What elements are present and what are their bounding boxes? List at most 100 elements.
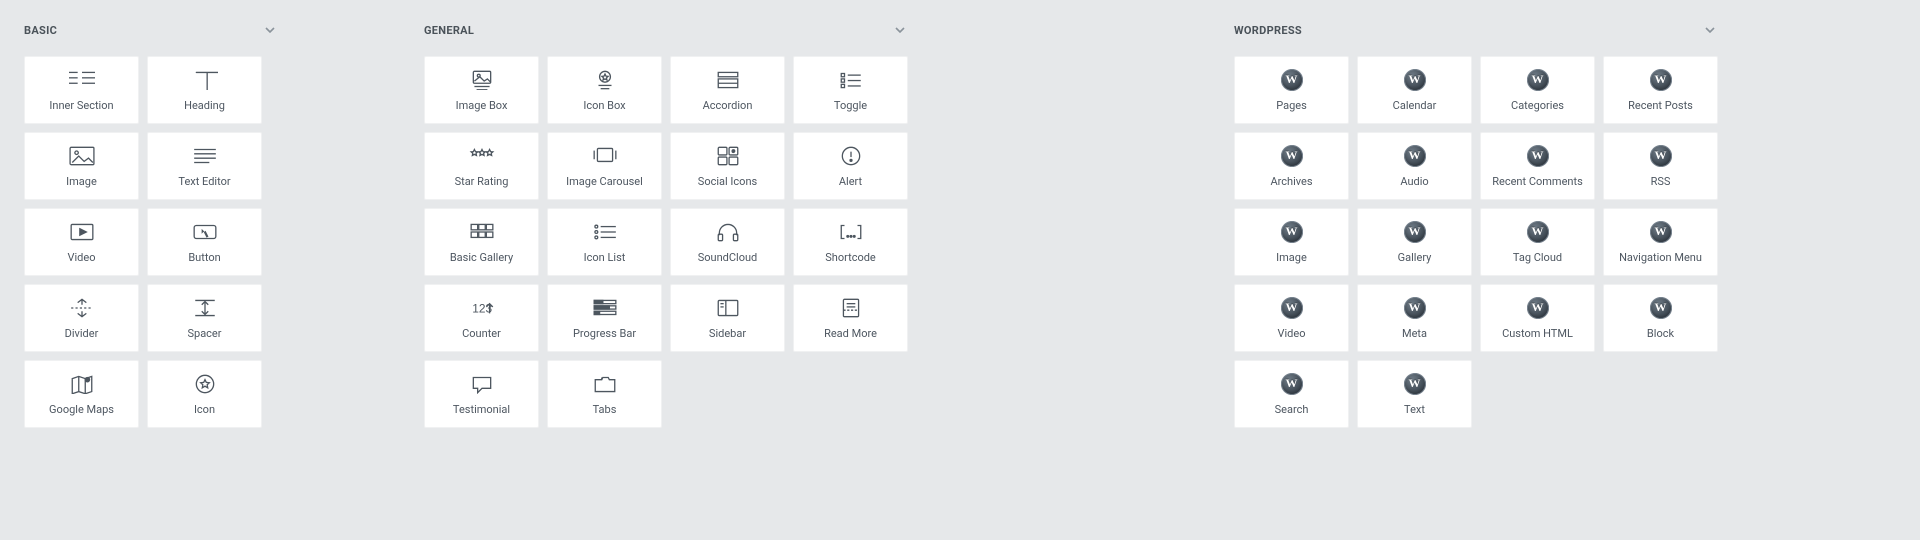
wordpress-logo-icon xyxy=(1401,146,1429,166)
widget-wp-search[interactable]: Search xyxy=(1234,360,1349,428)
wordpress-logo-icon xyxy=(1647,222,1675,242)
widget-grid-wordpress: Pages Calendar CategoriesRecent Posts Archi… xyxy=(1234,56,1724,428)
widget-testimonial[interactable]: Testimonial xyxy=(424,360,539,428)
widget-icon-list[interactable]: Icon List xyxy=(547,208,662,276)
panel-wordpress: WORDPRESS PagesCalendarCategoriesRecent … xyxy=(1234,18,1724,428)
widget-google-maps[interactable]: Google Maps xyxy=(24,360,139,428)
widget-wp-custom-html[interactable]: Custom HTML xyxy=(1480,284,1595,352)
widget-wp-video[interactable]: Video xyxy=(1234,284,1349,352)
icon-list-icon xyxy=(591,222,619,242)
widget-wp-archives[interactable]: Archives xyxy=(1234,132,1349,200)
widget-icon-box[interactable]: Icon Box xyxy=(547,56,662,124)
star-circle-icon xyxy=(191,374,219,394)
widget-spacer[interactable]: Spacer xyxy=(147,284,262,352)
widget-label: Button xyxy=(188,252,220,263)
carousel-icon xyxy=(591,146,619,166)
text-editor-icon xyxy=(191,146,219,166)
wordpress-logo-icon xyxy=(1401,374,1429,394)
widget-label: Image xyxy=(66,176,97,187)
widget-icon[interactable]: Icon xyxy=(147,360,262,428)
widget-grid-general: Image Box Icon Box Accordion Toggle Star Rat… xyxy=(424,56,914,428)
maps-icon xyxy=(68,374,96,394)
widget-label: Spacer xyxy=(187,328,221,339)
widget-label: Calendar xyxy=(1393,100,1437,111)
widget-wp-pages[interactable]: Pages xyxy=(1234,56,1349,124)
widget-progress-bar[interactable]: Progress Bar xyxy=(547,284,662,352)
widget-wp-text[interactable]: Text xyxy=(1357,360,1472,428)
gallery-icon xyxy=(468,222,496,242)
wordpress-logo-icon xyxy=(1524,298,1552,318)
widget-label: Icon Box xyxy=(583,100,625,111)
wordpress-logo-icon xyxy=(1647,146,1675,166)
widget-sidebar[interactable]: Sidebar xyxy=(670,284,785,352)
widget-read-more[interactable]: Read More xyxy=(793,284,908,352)
accordion-icon xyxy=(714,70,742,90)
widget-tabs[interactable]: Tabs xyxy=(547,360,662,428)
social-icon xyxy=(714,146,742,166)
chevron-down-icon xyxy=(264,24,276,36)
heading-icon xyxy=(191,70,219,90)
widget-wp-calendar[interactable]: Calendar xyxy=(1357,56,1472,124)
widget-label: Social Icons xyxy=(698,176,757,187)
widget-toggle[interactable]: Toggle xyxy=(793,56,908,124)
widget-wp-block[interactable]: Block xyxy=(1603,284,1718,352)
tabs-icon xyxy=(591,374,619,394)
widget-button[interactable]: Button xyxy=(147,208,262,276)
widget-wp-recent-posts[interactable]: Recent Posts xyxy=(1603,56,1718,124)
widget-wp-image[interactable]: Image xyxy=(1234,208,1349,276)
stars-icon xyxy=(468,146,496,166)
widget-shortcode[interactable]: Shortcode xyxy=(793,208,908,276)
widget-grid-basic: Inner Section Heading Image Text Editor Vide… xyxy=(24,56,284,428)
widget-label: Text xyxy=(1404,404,1425,415)
widget-text-editor[interactable]: Text Editor xyxy=(147,132,262,200)
widget-basic-gallery[interactable]: Basic Gallery xyxy=(424,208,539,276)
widget-star-rating[interactable]: Star Rating xyxy=(424,132,539,200)
widget-soundcloud[interactable]: SoundCloud xyxy=(670,208,785,276)
widget-label: Tag Cloud xyxy=(1513,252,1562,263)
widget-divider[interactable]: Divider xyxy=(24,284,139,352)
wordpress-logo-icon xyxy=(1647,70,1675,90)
widget-label: Toggle xyxy=(834,100,867,111)
panel-basic: BASIC Inner Section Heading Image Text Edit… xyxy=(24,18,284,428)
widget-label: Icon List xyxy=(584,252,626,263)
widget-alert[interactable]: Alert xyxy=(793,132,908,200)
testimonial-icon xyxy=(468,374,496,394)
wordpress-logo-icon xyxy=(1278,374,1306,394)
icon-box-icon xyxy=(591,70,619,90)
panel-general-header[interactable]: GENERAL xyxy=(424,18,914,42)
widget-wp-meta[interactable]: Meta xyxy=(1357,284,1472,352)
widget-accordion[interactable]: Accordion xyxy=(670,56,785,124)
widget-label: Recent Comments xyxy=(1492,176,1583,187)
widget-social-icons[interactable]: Social Icons xyxy=(670,132,785,200)
panel-basic-header[interactable]: BASIC xyxy=(24,18,284,42)
widget-wp-tag-cloud[interactable]: Tag Cloud xyxy=(1480,208,1595,276)
panel-wordpress-header[interactable]: WORDPRESS xyxy=(1234,18,1724,42)
widget-image[interactable]: Image xyxy=(24,132,139,200)
widget-label: Icon xyxy=(194,404,215,415)
sidebar-icon xyxy=(714,298,742,318)
widget-image-box[interactable]: Image Box xyxy=(424,56,539,124)
widget-wp-categories[interactable]: Categories xyxy=(1480,56,1595,124)
image-box-icon xyxy=(468,70,496,90)
widget-wp-audio[interactable]: Audio xyxy=(1357,132,1472,200)
widget-label: Tabs xyxy=(593,404,617,415)
wordpress-logo-icon xyxy=(1278,298,1306,318)
widget-wp-rss[interactable]: RSS xyxy=(1603,132,1718,200)
widget-label: Progress Bar xyxy=(573,328,636,339)
widget-label: Block xyxy=(1647,328,1674,339)
widget-label: RSS xyxy=(1651,176,1671,187)
wordpress-logo-icon xyxy=(1524,146,1552,166)
widget-label: Alert xyxy=(839,176,862,187)
widget-label: Text Editor xyxy=(178,176,230,187)
widget-inner-section[interactable]: Inner Section xyxy=(24,56,139,124)
widget-label: Google Maps xyxy=(49,404,114,415)
widget-counter[interactable]: Counter xyxy=(424,284,539,352)
widget-wp-nav-menu[interactable]: Navigation Menu xyxy=(1603,208,1718,276)
widget-wp-recent-comments[interactable]: Recent Comments xyxy=(1480,132,1595,200)
widget-wp-gallery[interactable]: Gallery xyxy=(1357,208,1472,276)
widget-label: Heading xyxy=(184,100,225,111)
widget-heading[interactable]: Heading xyxy=(147,56,262,124)
widget-video[interactable]: Video xyxy=(24,208,139,276)
widget-image-carousel[interactable]: Image Carousel xyxy=(547,132,662,200)
panel-wordpress-title: WORDPRESS xyxy=(1234,24,1302,37)
